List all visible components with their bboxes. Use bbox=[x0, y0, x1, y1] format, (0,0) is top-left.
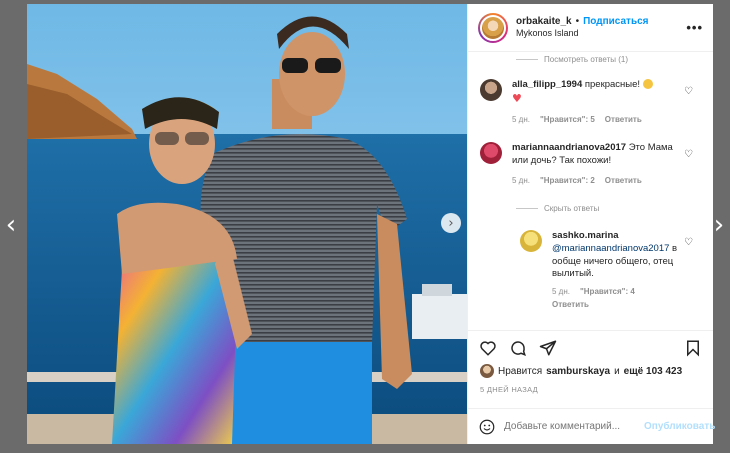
like-comment-heart-icon[interactable]: ♡ bbox=[684, 237, 693, 248]
post-date[interactable]: 5 ДНЕЙ НАЗАД bbox=[480, 385, 538, 394]
post-actions-bar bbox=[468, 330, 713, 364]
share-icon[interactable] bbox=[538, 338, 558, 358]
comment-icon[interactable] bbox=[508, 338, 528, 358]
list-item: sashko.marina @mariannaandrianova2017 во… bbox=[520, 230, 680, 311]
reply-button[interactable]: Ответить bbox=[605, 176, 642, 187]
comment-age: 5 дн. bbox=[512, 175, 530, 185]
comments-list[interactable]: Посмотреть ответы (1) alla_filipp_1994 п… bbox=[468, 52, 713, 330]
comment-likes-button[interactable]: "Нравится": 4 bbox=[580, 287, 635, 298]
avatar[interactable] bbox=[520, 230, 542, 252]
follow-button[interactable]: Подписаться bbox=[583, 16, 648, 29]
avatar[interactable] bbox=[480, 142, 502, 164]
likes-count[interactable]: ещё 103 423 bbox=[624, 366, 683, 377]
view-replies-button[interactable]: Посмотреть ответы (1) bbox=[516, 55, 628, 64]
avatar[interactable] bbox=[480, 79, 502, 101]
mention-link[interactable]: @mariannaandrianova2017 bbox=[552, 243, 669, 254]
heart-eyes-emoji-icon bbox=[642, 79, 653, 90]
like-comment-heart-icon[interactable]: ♡ bbox=[684, 86, 693, 97]
hide-replies-button[interactable]: Скрыть ответы bbox=[516, 204, 599, 213]
red-heart-emoji-icon: ♥ bbox=[512, 91, 522, 105]
avatar[interactable] bbox=[478, 12, 508, 43]
like-comment-heart-icon[interactable]: ♡ bbox=[684, 149, 693, 160]
author-username[interactable]: orbakaite_k bbox=[516, 16, 572, 29]
comment-username[interactable]: sashko.marina bbox=[552, 230, 680, 243]
separator-dot: • bbox=[575, 15, 580, 27]
add-comment-bar: Опубликовать bbox=[468, 408, 715, 444]
likes-conjunction: и bbox=[614, 365, 620, 377]
list-item: alla_filipp_1994 прекрасные! ♥ 5 дн. "Нр… bbox=[480, 79, 680, 125]
more-options-icon[interactable]: ••• bbox=[686, 20, 703, 35]
liker-username[interactable]: samburskaya bbox=[546, 366, 610, 377]
reply-button[interactable]: Ответить bbox=[605, 115, 642, 126]
comment-age: 5 дн. bbox=[552, 287, 570, 297]
post-side-panel: orbakaite_k • Подписаться Mykonos Island… bbox=[467, 4, 715, 444]
likes-prefix: Нравится bbox=[498, 365, 543, 377]
reply-button[interactable]: Ответить bbox=[552, 300, 589, 311]
photo-next-button[interactable]: › bbox=[441, 213, 461, 233]
post-location[interactable]: Mykonos Island bbox=[516, 28, 649, 39]
bookmark-icon[interactable] bbox=[683, 338, 703, 358]
post-photo[interactable] bbox=[27, 4, 467, 444]
publish-button[interactable]: Опубликовать bbox=[644, 421, 715, 432]
list-item: mariannaandrianova2017 Это Мама или дочь… bbox=[480, 142, 685, 186]
likes-summary[interactable]: Нравится samburskaya и ещё 103 423 bbox=[480, 364, 682, 378]
emoji-icon[interactable] bbox=[478, 417, 496, 437]
comment-username[interactable]: mariannaandrianova2017 bbox=[512, 142, 626, 153]
photo-image bbox=[27, 4, 467, 444]
heart-icon[interactable] bbox=[478, 338, 498, 358]
comment-input[interactable] bbox=[504, 421, 636, 432]
chevron-left-icon[interactable]: ‹ bbox=[0, 210, 22, 240]
post-header: orbakaite_k • Подписаться Mykonos Island… bbox=[468, 4, 713, 52]
comment-text: прекрасные! bbox=[584, 79, 641, 90]
comment-age: 5 дн. bbox=[512, 114, 530, 124]
comment-username[interactable]: alla_filipp_1994 bbox=[512, 79, 582, 90]
comment-likes-button[interactable]: "Нравится": 2 bbox=[540, 176, 595, 187]
comment-likes-button[interactable]: "Нравится": 5 bbox=[540, 115, 595, 126]
avatar bbox=[480, 364, 494, 378]
